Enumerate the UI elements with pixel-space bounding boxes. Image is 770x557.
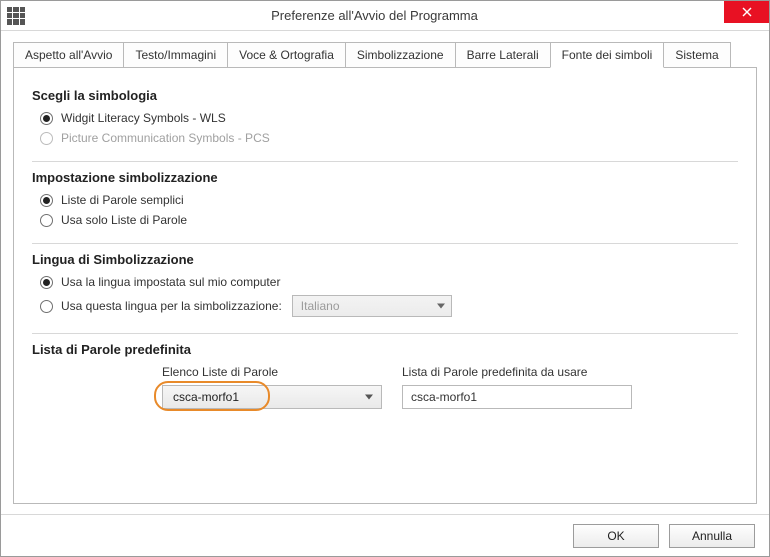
tab-voce-ortografia[interactable]: Voce & Ortografia: [227, 42, 346, 67]
close-icon: [742, 7, 752, 17]
radio-row-wls[interactable]: Widgit Literacy Symbols - WLS: [40, 111, 738, 125]
radio-row-solo-liste[interactable]: Usa solo Liste di Parole: [40, 213, 738, 227]
chevron-down-icon: [437, 304, 445, 309]
radio-label: Picture Communication Symbols - PCS: [61, 131, 270, 145]
select-value: Italiano: [301, 299, 340, 313]
wordlist-select-label: Elenco Liste di Parole: [162, 365, 382, 379]
app-icon: [7, 7, 25, 25]
wordlist-default-col: Lista di Parole predefinita da usare csc…: [402, 365, 632, 409]
radio-label: Widgit Literacy Symbols - WLS: [61, 111, 226, 125]
titlebar: Preferenze all'Avvio del Programma: [1, 1, 769, 31]
radio-label: Liste di Parole semplici: [61, 193, 184, 207]
wordlist-default-label: Lista di Parole predefinita da usare: [402, 365, 632, 379]
section-title-symbology: Scegli la simbologia: [32, 88, 738, 103]
radio-row-pcs: Picture Communication Symbols - PCS: [40, 131, 738, 145]
section-title-symbolisation: Impostazione simbolizzazione: [32, 170, 738, 185]
tab-aspetto[interactable]: Aspetto all'Avvio: [13, 42, 124, 67]
tab-fonte-simboli[interactable]: Fonte dei simboli: [550, 42, 665, 68]
wordlist-select-col: Elenco Liste di Parole csca-morfo1: [162, 365, 382, 409]
radio-icon: [40, 112, 53, 125]
close-button[interactable]: [724, 1, 769, 23]
section-symbology: Scegli la simbologia Widgit Literacy Sym…: [32, 88, 738, 162]
wordlist-select[interactable]: csca-morfo1: [162, 385, 382, 409]
radio-label: Usa la lingua impostata sul mio computer: [61, 275, 280, 289]
button-label: OK: [607, 529, 624, 543]
wordlist-area: Elenco Liste di Parole csca-morfo1 Lista…: [32, 365, 738, 409]
tab-barre-laterali[interactable]: Barre Laterali: [455, 42, 551, 67]
radio-icon: [40, 300, 53, 313]
radio-row-lang-computer[interactable]: Usa la lingua impostata sul mio computer: [40, 275, 738, 289]
button-label: Annulla: [692, 529, 732, 543]
language-select[interactable]: Italiano: [292, 295, 452, 317]
wordlist-default-input[interactable]: csca-morfo1: [402, 385, 632, 409]
chevron-down-icon: [365, 395, 373, 400]
tab-sistema[interactable]: Sistema: [663, 42, 730, 67]
radio-row-semplici[interactable]: Liste di Parole semplici: [40, 193, 738, 207]
section-default-wordlist: Lista di Parole predefinita Elenco Liste…: [32, 342, 738, 419]
radio-label: Usa questa lingua per la simbolizzazione…: [61, 299, 282, 313]
ok-button[interactable]: OK: [573, 524, 659, 548]
radio-icon: [40, 194, 53, 207]
tab-strip: Aspetto all'Avvio Testo/Immagini Voce & …: [13, 41, 757, 67]
section-title-language: Lingua di Simbolizzazione: [32, 252, 738, 267]
radio-icon: [40, 214, 53, 227]
dialog-footer: OK Annulla: [1, 514, 769, 556]
tab-testo-immagini[interactable]: Testo/Immagini: [123, 42, 228, 67]
radio-icon: [40, 132, 53, 145]
select-value: csca-morfo1: [173, 390, 239, 404]
section-title-wordlist: Lista di Parole predefinita: [32, 342, 738, 357]
tab-simbolizzazione[interactable]: Simbolizzazione: [345, 42, 456, 67]
client-area: Aspetto all'Avvio Testo/Immagini Voce & …: [1, 31, 769, 514]
input-value: csca-morfo1: [411, 390, 477, 404]
section-symbolisation-setting: Impostazione simbolizzazione Liste di Pa…: [32, 170, 738, 244]
radio-label: Usa solo Liste di Parole: [61, 213, 187, 227]
window-title: Preferenze all'Avvio del Programma: [25, 8, 724, 23]
section-language: Lingua di Simbolizzazione Usa la lingua …: [32, 252, 738, 334]
cancel-button[interactable]: Annulla: [669, 524, 755, 548]
radio-row-lang-custom[interactable]: Usa questa lingua per la simbolizzazione…: [40, 295, 738, 317]
tab-panel: Scegli la simbologia Widgit Literacy Sym…: [13, 67, 757, 504]
preferences-window: Preferenze all'Avvio del Programma Aspet…: [0, 0, 770, 557]
radio-icon: [40, 276, 53, 289]
